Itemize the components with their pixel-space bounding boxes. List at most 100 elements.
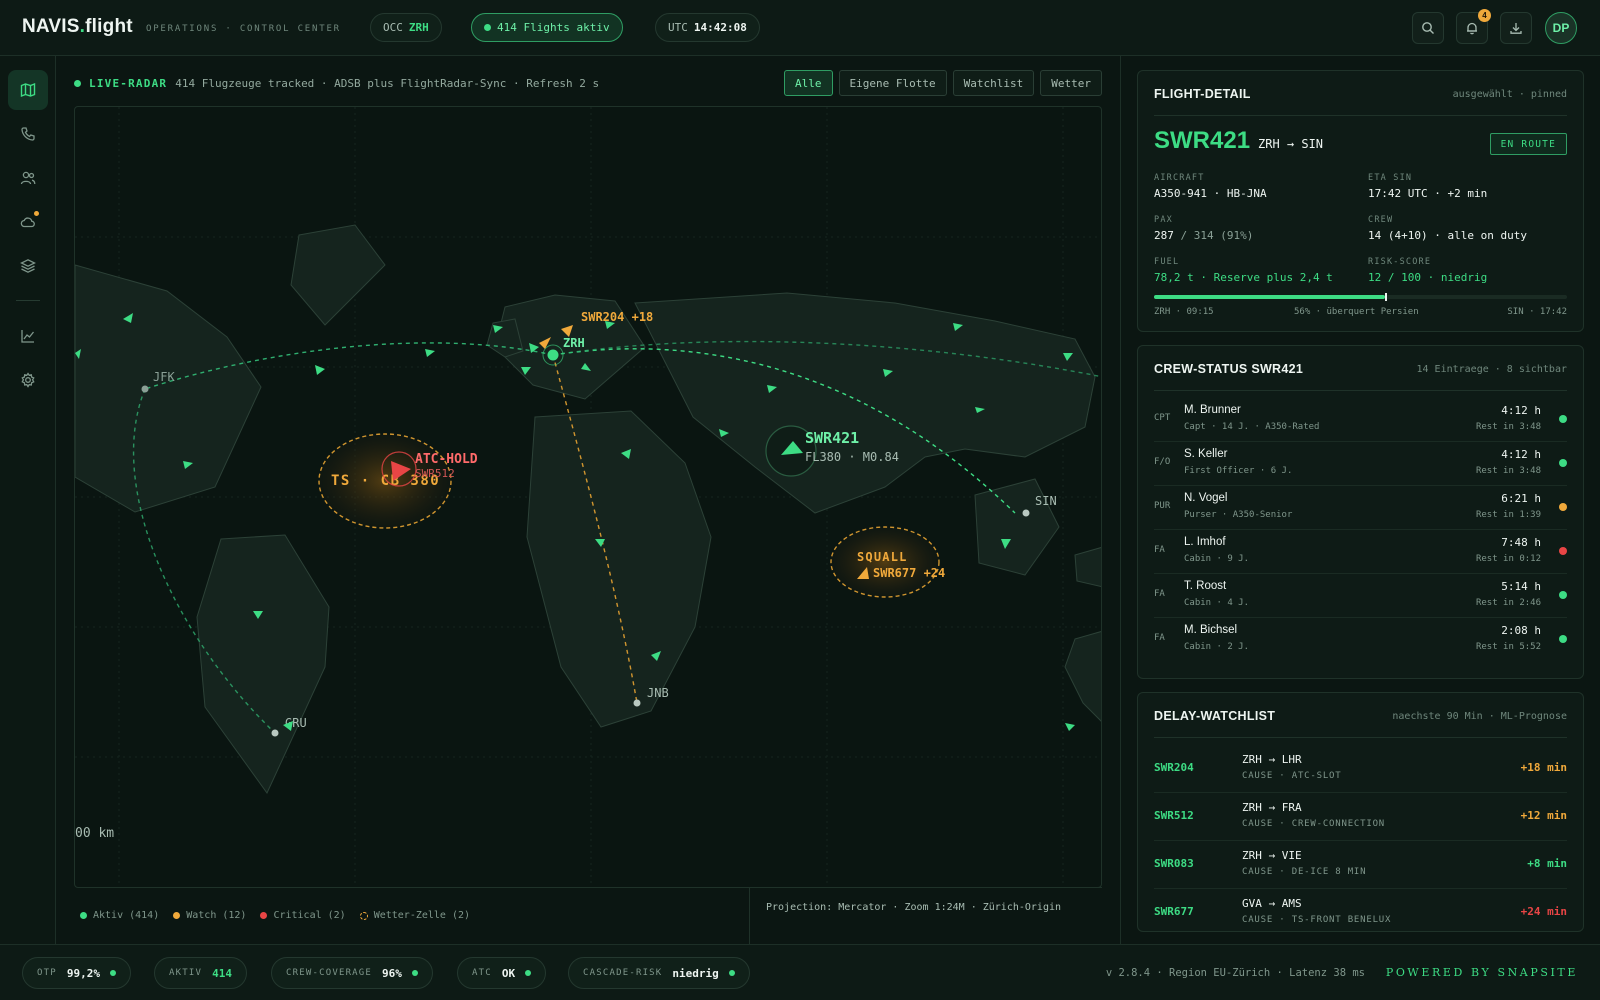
kpi-crew-coverage[interactable]: CREW-COVERAGE 96% (271, 957, 433, 989)
sidebar-item-layers[interactable] (8, 246, 48, 286)
occ-selector[interactable]: OCC ZRH (370, 13, 442, 42)
radar-status-bar: LIVE-RADAR 414 Flugzeuge tracked · ADSB … (74, 72, 599, 94)
watch-flight-callsign: SWR204 (581, 310, 624, 324)
sidebar-item-crew[interactable] (8, 158, 48, 198)
powered-by-label[interactable]: POWERED BY SNAPSITE (1386, 966, 1578, 979)
airport-label-zrh: ZRH (563, 336, 585, 350)
aircraft-marker[interactable] (315, 365, 325, 375)
squall-flight-label: SWR677 +24 (873, 566, 945, 580)
legend-aktiv[interactable]: Aktiv (414) (80, 910, 159, 921)
crew-row[interactable]: F/O S. Keller First Officer · 6 J. 4:12 … (1154, 442, 1567, 486)
kpi-otp[interactable]: OTP 99,2% (22, 957, 131, 989)
airport-label-jnb: JNB (647, 686, 669, 700)
crew-row[interactable]: PUR N. Vogel Purser · A350-Senior 6:21 h… (1154, 486, 1567, 530)
crew-detail: Purser · A350-Senior (1184, 510, 1293, 520)
risk-score-label: RISK-SCORE (1368, 257, 1432, 267)
crew-status-dot (1559, 547, 1567, 555)
legend-watch[interactable]: Watch (12) (173, 910, 246, 921)
selected-flight-info: FL380 · M0.84 (805, 450, 899, 464)
airport-zrh[interactable] (547, 349, 559, 361)
watch-dot-icon (173, 912, 181, 919)
sidebar-divider (16, 300, 40, 301)
search-button[interactable] (1412, 12, 1444, 44)
sidebar-item-phone[interactable] (8, 114, 48, 154)
delay-row[interactable]: SWR083 ZRH → VIE CAUSE · DE-ICE 8 MIN +8… (1154, 841, 1567, 889)
delay-route: ZRH → LHR (1242, 753, 1302, 766)
aircraft-marker[interactable] (1065, 723, 1075, 731)
filter-watchlist[interactable]: Watchlist (952, 70, 1035, 96)
card-divider (1154, 390, 1567, 391)
sidebar-item-map[interactable] (8, 70, 48, 110)
bell-icon (1467, 22, 1477, 35)
bottom-status-bar: OTP 99,2% AKTIV 414 CREW-COVERAGE 96% ATC OK… (0, 944, 1600, 1000)
progress-mid-label: 56% · überquert Persien (1294, 307, 1419, 317)
airport-jnb[interactable] (633, 699, 641, 707)
flight-progress-fill (1154, 295, 1386, 299)
crew-row[interactable]: FA M. Bichsel Cabin · 2 J. 2:08 h Rest i… (1154, 618, 1567, 662)
projection-box (749, 887, 1102, 944)
crew-row[interactable]: FA T. Roost Cabin · 4 J. 5:14 h Rest in … (1154, 574, 1567, 618)
notifications-button[interactable]: 4 (1456, 9, 1491, 44)
map-scale-label: 00 km (75, 826, 114, 841)
active-dot-icon (80, 912, 87, 919)
crew-name: N. Vogel (1184, 492, 1228, 504)
legend-critical[interactable]: Critical (2) (260, 910, 346, 921)
radar-map-canvas[interactable]: JFK SIN JNB GRU ZRH SWR421 FL380 · M0.84… (75, 107, 1102, 888)
crew-name: T. Roost (1184, 580, 1227, 592)
crew-status-dot (1559, 635, 1567, 643)
airport-sin[interactable] (1022, 509, 1030, 517)
filter-alle[interactable]: Alle (784, 70, 833, 96)
delay-route: GVA → AMS (1242, 897, 1302, 910)
download-button[interactable] (1500, 12, 1532, 44)
status-badge: EN ROUTE (1489, 133, 1567, 155)
crew-row[interactable]: CPT M. Brunner Capt · 14 J. · A350-Rated… (1154, 398, 1567, 442)
phone-icon (21, 127, 35, 141)
radar-map[interactable]: JFK SIN JNB GRU ZRH SWR421 FL380 · M0.84… (74, 106, 1102, 888)
kpi-cascade-risk[interactable]: CASCADE-RISK niedrig (568, 957, 750, 989)
flight-detail-meta: ausgewählt · pinned (1452, 89, 1567, 100)
crew-detail: Cabin · 4 J. (1184, 598, 1250, 608)
crew-duty-hours: 7:48 h (1501, 536, 1541, 549)
utc-clock: UTC 14:42:08 (655, 13, 760, 42)
delay-row[interactable]: SWR204 ZRH → LHR CAUSE · ATC-SLOT +18 mi… (1154, 745, 1567, 793)
crew-duty-hours: 5:14 h (1501, 580, 1541, 593)
delay-minutes: +12 min (1520, 809, 1567, 822)
kpi-aktiv[interactable]: AKTIV 414 (154, 957, 247, 989)
panel-divider (1120, 56, 1121, 944)
crew-duty-hours: 4:12 h (1501, 404, 1541, 417)
svg-text:SWR204 +18: SWR204 +18 (581, 310, 653, 324)
delay-row[interactable]: SWR512 ZRH → FRA CAUSE · CREW-CONNECTION… (1154, 793, 1567, 841)
landmass-greenland (290, 224, 386, 326)
layers-icon (20, 259, 36, 273)
airport-jfk[interactable] (141, 385, 149, 393)
live-dot-icon (74, 79, 81, 87)
kpi-atc[interactable]: ATC OK (457, 957, 547, 989)
crew-duty-hours: 4:12 h (1501, 448, 1541, 461)
filter-wetter[interactable]: Wetter (1040, 70, 1102, 96)
crew-status-card: CREW-STATUS SWR421 14 Eintraege · 8 sich… (1137, 345, 1584, 679)
sidebar-item-analytics[interactable] (8, 316, 48, 356)
airport-gru[interactable] (271, 729, 279, 737)
weather-alert-dot (34, 211, 39, 216)
filter-eigene-flotte[interactable]: Eigene Flotte (838, 70, 947, 96)
flight-detail-card: FLIGHT-DETAIL ausgewählt · pinned SWR421… (1137, 70, 1584, 332)
sidebar-item-weather[interactable] (8, 202, 48, 242)
status-ok-icon (411, 970, 418, 976)
sidebar (0, 56, 56, 944)
eta-value: 17:42 UTC · +2 min (1368, 187, 1488, 200)
delay-cause: CAUSE · CREW-CONNECTION (1242, 819, 1386, 829)
sidebar-item-settings[interactable] (8, 360, 48, 400)
crew-label: CREW (1368, 215, 1394, 225)
flights-active-badge[interactable]: 414 Flights aktiv (471, 13, 623, 42)
delay-callsign: SWR204 (1154, 761, 1194, 774)
legend-wetter[interactable]: Wetter-Zelle (2) (359, 910, 470, 921)
crew-row[interactable]: FA L. Imhof Cabin · 9 J. 7:48 h Rest in … (1154, 530, 1567, 574)
live-dot-icon (484, 24, 491, 31)
delay-row[interactable]: SWR677 GVA → AMS CAUSE · TS-FRONT BENELU… (1154, 889, 1567, 931)
aircraft-marker[interactable] (425, 349, 435, 357)
projection-info: Projection: Mercator · Zoom 1:24M · Züri… (766, 902, 1062, 913)
landmass-australia-edge (1074, 547, 1101, 588)
app-logo[interactable]: NAVIS.flight (22, 16, 133, 38)
user-avatar[interactable]: DP (1545, 12, 1577, 44)
crew-status-dot (1559, 415, 1567, 423)
